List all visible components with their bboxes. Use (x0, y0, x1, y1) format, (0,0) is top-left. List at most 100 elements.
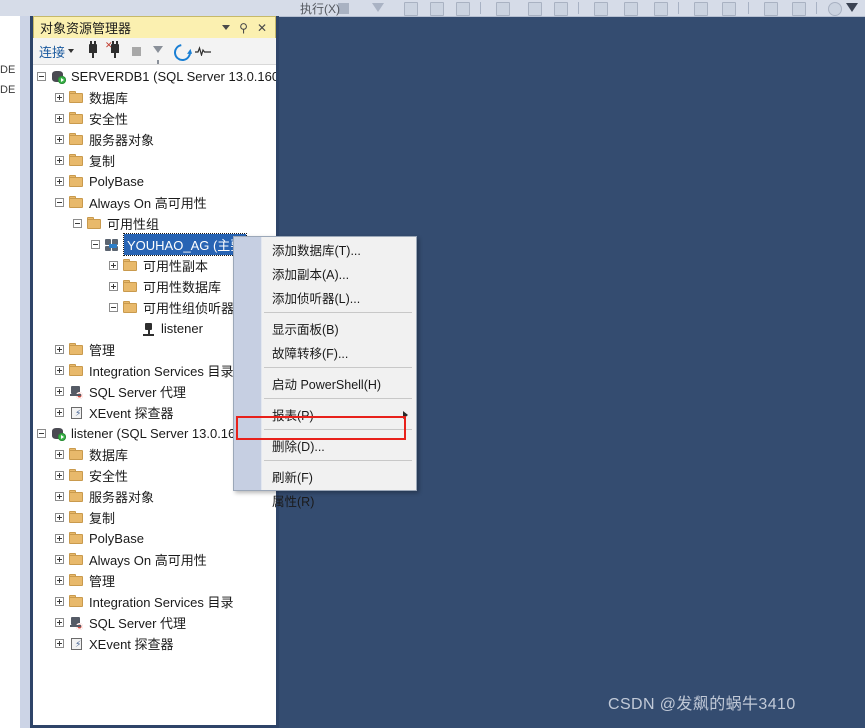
expand-icon[interactable] (109, 282, 118, 291)
tree-node-label: YOUHAO_AG (主要 (122, 233, 248, 256)
collapse-icon[interactable] (91, 240, 100, 249)
toolbar-icon-12[interactable] (694, 2, 708, 16)
toolbar-icon-9[interactable] (594, 2, 608, 16)
folder-icon (68, 489, 85, 505)
connect-icon[interactable] (82, 40, 104, 62)
tree-node-label: 数据库 (89, 448, 129, 463)
expand-icon[interactable] (55, 555, 64, 564)
tree-node[interactable]: SQL Server 代理 (33, 612, 276, 633)
menu-item[interactable]: 刷新(F) (262, 464, 416, 488)
stop-icon[interactable] (126, 40, 148, 62)
expand-icon[interactable] (55, 408, 64, 417)
expand-icon[interactable] (55, 156, 64, 165)
context-menu[interactable]: 添加数据库(T)... 添加副本(A)... 添加侦听器(L)... 显示面板(B) 故… (233, 236, 417, 509)
activity-monitor-icon[interactable] (192, 40, 214, 62)
tree-node[interactable]: 数据库 (33, 87, 276, 108)
folder-icon (68, 111, 85, 127)
expand-icon[interactable] (55, 492, 64, 501)
tree-node[interactable]: PolyBase (33, 528, 276, 549)
filter-icon[interactable] (148, 40, 170, 64)
collapse-icon[interactable] (109, 303, 118, 312)
left-gutter-text-1: DE (0, 64, 16, 76)
collapse-icon[interactable] (37, 429, 46, 438)
collapse-icon[interactable] (73, 219, 82, 228)
menu-item-label: 启动 PowerShell(H) (272, 377, 382, 392)
watermark: CSDN @发飙的蜗牛3410 (608, 696, 796, 713)
toolbar-overflow-icon[interactable] (846, 3, 858, 12)
expand-icon[interactable] (109, 261, 118, 270)
toolbar-icon-15[interactable] (792, 2, 806, 16)
expand-icon[interactable] (55, 387, 64, 396)
close-icon[interactable]: ✕ (257, 22, 267, 34)
tree-node-label: XEvent 探查器 (89, 406, 174, 421)
tree-node[interactable]: 复制 (33, 150, 276, 171)
toolbar-icon-16[interactable] (828, 2, 842, 16)
menu-separator (264, 312, 412, 313)
tree-node[interactable]: ⚡ XEvent 探查器 (33, 633, 276, 654)
folder-icon (68, 363, 85, 379)
disconnect-icon[interactable]: ✕ (104, 40, 126, 62)
tree-node[interactable]: Always On 高可用性 (33, 549, 276, 570)
expand-icon[interactable] (55, 618, 64, 627)
tree-node[interactable]: 服务器对象 (33, 129, 276, 150)
tree-node[interactable]: 复制 (33, 507, 276, 528)
folder-icon (68, 90, 85, 106)
expand-icon[interactable] (55, 471, 64, 480)
menu-item[interactable]: 报表(P) (262, 402, 416, 426)
tree-node[interactable]: Always On 高可用性 (33, 192, 276, 213)
collapse-icon[interactable] (55, 198, 64, 207)
tree-node-label: Integration Services 目录 (89, 364, 234, 379)
context-menu-gutter (234, 237, 262, 490)
menu-item[interactable]: 删除(D)... (262, 433, 416, 457)
connect-button[interactable]: 连接 (39, 42, 75, 61)
toolbar-icon-10[interactable] (624, 2, 638, 16)
expand-icon[interactable] (55, 93, 64, 102)
tree-node[interactable]: 安全性 (33, 108, 276, 129)
menu-item[interactable]: 故障转移(F)... (262, 340, 416, 364)
chevron-down-icon[interactable] (222, 25, 231, 30)
toolbar-icon-7[interactable] (528, 2, 542, 16)
expand-icon[interactable] (55, 639, 64, 648)
toolbar-icon-14[interactable] (764, 2, 778, 16)
refresh-icon[interactable] (170, 40, 195, 65)
activity-monitor-glyph (195, 46, 212, 56)
tree-node[interactable]: SERVERDB1 (SQL Server 13.0.1601. (33, 66, 276, 87)
toolbar-icon-3[interactable] (404, 2, 418, 16)
expand-icon[interactable] (55, 114, 64, 123)
menu-item[interactable]: 显示面板(B) (262, 316, 416, 340)
toolbar-icon-8[interactable] (554, 2, 568, 16)
toolbar-icon-6[interactable] (496, 2, 510, 16)
tree-node-label: 服务器对象 (89, 133, 155, 148)
tree-node[interactable]: PolyBase (33, 171, 276, 192)
expand-icon[interactable] (55, 513, 64, 522)
toolbar-icon-11[interactable] (654, 2, 668, 16)
expand-icon[interactable] (55, 135, 64, 144)
expand-icon[interactable] (55, 450, 64, 459)
menu-item[interactable]: 添加副本(A)... (262, 261, 416, 285)
menu-item[interactable]: 启动 PowerShell(H) (262, 371, 416, 395)
folder-icon (68, 531, 85, 547)
expand-icon[interactable] (55, 366, 64, 375)
tree-node[interactable]: Integration Services 目录 (33, 591, 276, 612)
expand-icon[interactable] (55, 534, 64, 543)
pin-icon[interactable]: ⚲ (239, 22, 248, 34)
agent-icon (68, 384, 85, 400)
menu-item[interactable]: 属性(R) (262, 488, 416, 512)
expand-icon[interactable] (55, 576, 64, 585)
toolbar-icon-2[interactable] (372, 3, 384, 12)
menu-item[interactable]: 添加数据库(T)... (262, 237, 416, 261)
left-gutter-scroll[interactable] (20, 16, 30, 728)
toolbar-icon-4[interactable] (430, 2, 444, 16)
expand-icon[interactable] (55, 177, 64, 186)
tree-node[interactable]: 可用性组 (33, 213, 276, 234)
menu-item[interactable]: 添加侦听器(L)... (262, 285, 416, 309)
folder-icon (68, 195, 85, 211)
expand-icon[interactable] (55, 597, 64, 606)
toolbar-icon-5[interactable] (456, 2, 470, 16)
expand-icon[interactable] (55, 345, 64, 354)
folder-icon (68, 132, 85, 148)
collapse-icon[interactable] (37, 72, 46, 81)
tree-node[interactable]: 管理 (33, 570, 276, 591)
toolbar-icon-13[interactable] (722, 2, 736, 16)
